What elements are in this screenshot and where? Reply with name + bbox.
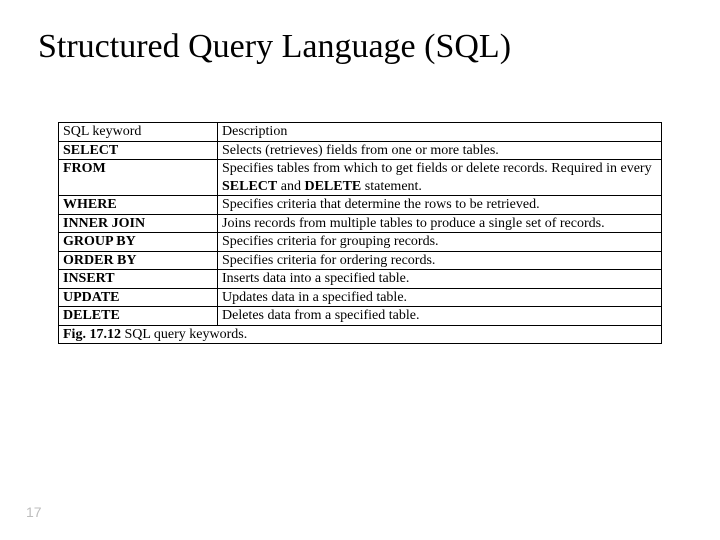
description-cell: Specifies criteria for ordering records. <box>218 251 662 270</box>
keyword-cell: WHERE <box>59 196 218 215</box>
keyword-cell: SELECT <box>59 141 218 160</box>
description-cell: Specifies criteria that determine the ro… <box>218 196 662 215</box>
description-cell: Selects (retrieves) fields from one or m… <box>218 141 662 160</box>
description-cell: Specifies criteria for grouping records. <box>218 233 662 252</box>
keyword-cell: UPDATE <box>59 288 218 307</box>
sql-keywords-table-wrap: SQL keyword Description SELECT Selects (… <box>58 122 662 344</box>
table-row: INSERT Inserts data into a specified tab… <box>59 270 662 289</box>
description-cell: Deletes data from a specified table. <box>218 307 662 326</box>
table-header-row: SQL keyword Description <box>59 123 662 142</box>
table-row: GROUP BY Specifies criteria for grouping… <box>59 233 662 252</box>
description-cell: Specifies tables from which to get field… <box>218 160 662 196</box>
table-row: INNER JOIN Joins records from multiple t… <box>59 214 662 233</box>
description-cell: Joins records from multiple tables to pr… <box>218 214 662 233</box>
keyword-cell: INSERT <box>59 270 218 289</box>
table-caption: Fig. 17.12 SQL query keywords. <box>59 325 662 344</box>
keyword-cell: INNER JOIN <box>59 214 218 233</box>
table-row: ORDER BY Specifies criteria for ordering… <box>59 251 662 270</box>
table-row: FROM Specifies tables from which to get … <box>59 160 662 196</box>
table-caption-row: Fig. 17.12 SQL query keywords. <box>59 325 662 344</box>
slide-title: Structured Query Language (SQL) <box>0 0 720 66</box>
description-cell: Inserts data into a specified table. <box>218 270 662 289</box>
keyword-cell: FROM <box>59 160 218 196</box>
description-cell: Updates data in a specified table. <box>218 288 662 307</box>
sql-keywords-table: SQL keyword Description SELECT Selects (… <box>58 122 662 344</box>
table-row: WHERE Specifies criteria that determine … <box>59 196 662 215</box>
page-number: 17 <box>26 504 42 520</box>
header-description: Description <box>218 123 662 142</box>
table-row: UPDATE Updates data in a specified table… <box>59 288 662 307</box>
header-keyword: SQL keyword <box>59 123 218 142</box>
table-row: DELETE Deletes data from a specified tab… <box>59 307 662 326</box>
keyword-cell: ORDER BY <box>59 251 218 270</box>
keyword-cell: DELETE <box>59 307 218 326</box>
keyword-cell: GROUP BY <box>59 233 218 252</box>
table-row: SELECT Selects (retrieves) fields from o… <box>59 141 662 160</box>
